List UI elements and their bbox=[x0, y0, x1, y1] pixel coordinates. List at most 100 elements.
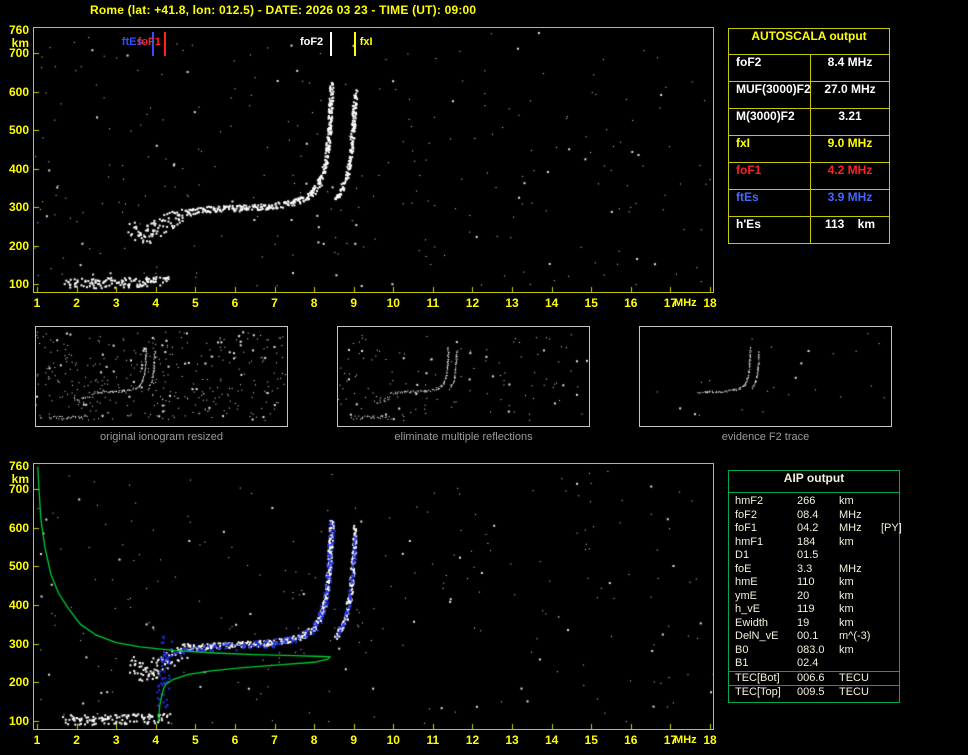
y-axis-unit-label: km bbox=[11, 472, 29, 486]
x-axis-tick-label: 4 bbox=[152, 733, 160, 747]
autoscala-table-header: AUTOSCALA output bbox=[751, 29, 867, 43]
parameter-label: h_vE bbox=[735, 603, 761, 615]
autoscala-application-window: Rome (lat: +41.8, lon: 012.5) - DATE: 20… bbox=[0, 0, 968, 755]
parameter-value: 006.6 bbox=[797, 671, 825, 684]
y-axis-tick-label: 400 bbox=[8, 161, 29, 176]
bottom-ionogram-plot bbox=[33, 463, 714, 730]
x-axis-tick-label: 1 bbox=[33, 296, 41, 310]
parameter-unit: TECU bbox=[839, 686, 869, 698]
thumbnail-f2-trace: evidence F2 trace bbox=[639, 326, 892, 443]
aip-row-foF2: foF2 08.4 MHz bbox=[729, 509, 899, 523]
top-ionogram-plot: ftEs foF1 foF2 fxI bbox=[33, 27, 714, 293]
parameter-unit: m^(-3) bbox=[839, 630, 871, 642]
parameter-value: 266 bbox=[797, 495, 816, 507]
page-title: Rome (lat: +41.8, lon: 012.5) - DATE: 20… bbox=[90, 3, 477, 17]
parameter-label: M(3000)F2 bbox=[729, 109, 811, 135]
parameter-value: 184 bbox=[797, 535, 816, 548]
marker-line-fxI bbox=[353, 32, 356, 56]
x-axis-tick-label: 4 bbox=[152, 296, 160, 310]
x-axis-tick-label: 7 bbox=[271, 733, 278, 747]
parameter-extra bbox=[881, 509, 899, 523]
parameter-unit: km bbox=[839, 643, 854, 656]
parameter-unit: km bbox=[839, 576, 854, 588]
y-axis-tick-label: 200 bbox=[8, 675, 29, 690]
parameter-value: 8.4 MHz bbox=[827, 55, 873, 69]
aip-row-hmF1: hmF1 184 km bbox=[729, 536, 899, 550]
x-axis-tick-label: 18 bbox=[703, 733, 717, 747]
x-axis-tick-label: 11 bbox=[426, 733, 440, 747]
autoscala-table-rows: foF2 8.4 MHz MUF(3000)F2 27.0 MHz M(3000)F2 3… bbox=[729, 54, 889, 243]
thumbnail-original-canvas bbox=[35, 326, 288, 427]
x-axis-tick-label: 15 bbox=[584, 733, 598, 747]
x-axis-tick-label: 7 bbox=[271, 296, 278, 310]
x-axis-tick-label: 9 bbox=[350, 296, 358, 310]
parameter-label: hmF1 bbox=[735, 535, 764, 548]
aip-output-table: AIP output hmF2 266 km foF2 08.4 MHz foF1 04.2 M… bbox=[728, 470, 902, 703]
parameter-extra bbox=[881, 630, 899, 644]
x-axis-unit-label: MHz bbox=[674, 297, 697, 309]
parameter-unit bbox=[839, 657, 881, 671]
parameter-extra bbox=[881, 617, 899, 631]
parameter-value: 27.0 MHz bbox=[824, 82, 876, 96]
aip-row-Ewidth: Ewidth 19 km bbox=[729, 617, 899, 631]
x-axis-tick-label: 10 bbox=[386, 733, 400, 747]
parameter-label: foF2 bbox=[729, 55, 811, 81]
x-axis-tick-label: 6 bbox=[231, 296, 239, 310]
parameter-extra bbox=[881, 495, 899, 509]
parameter-unit: TECU bbox=[839, 671, 869, 684]
x-axis-tick-label: 10 bbox=[386, 296, 400, 310]
thumbnail-caption: eliminate multiple reflections bbox=[394, 431, 533, 443]
parameter-value: 3.3 bbox=[797, 562, 813, 575]
thumbnail-original-ionogram: original ionogram resized bbox=[35, 326, 288, 443]
parameter-label: MUF(3000)F2 bbox=[729, 82, 811, 108]
x-axis-tick-label: 16 bbox=[624, 296, 638, 310]
x-axis-tick-label: 16 bbox=[624, 733, 638, 747]
parameter-extra bbox=[881, 686, 899, 700]
parameter-value: 20 bbox=[797, 589, 810, 602]
parameter-label: B0 bbox=[735, 643, 749, 656]
parameter-label: fxI bbox=[729, 136, 811, 162]
x-axis-unit-label: MHz bbox=[674, 734, 697, 746]
parameter-extra bbox=[881, 644, 899, 658]
y-axis-tick-label: 760 bbox=[8, 23, 29, 37]
parameter-unit: km bbox=[839, 603, 854, 615]
x-axis-tick-label: 18 bbox=[703, 296, 717, 310]
thumbnail-caption: original ionogram resized bbox=[100, 431, 223, 443]
parameter-value: 08.4 bbox=[797, 508, 819, 521]
parameter-value: 4.2 MHz bbox=[827, 163, 873, 177]
parameter-extra bbox=[881, 590, 899, 604]
parameter-value: 009.5 bbox=[797, 686, 825, 698]
x-axis-tick-label: 5 bbox=[192, 733, 199, 747]
parameter-value: 19 bbox=[797, 616, 810, 629]
y-axis-tick-label: 400 bbox=[8, 598, 29, 613]
y-axis-tick-label: 100 bbox=[8, 277, 29, 291]
parameter-label: B1 bbox=[735, 657, 749, 669]
parameter-label: ftEs bbox=[729, 190, 811, 216]
parameter-label: foE bbox=[735, 562, 752, 575]
parameter-value: 02.4 bbox=[797, 657, 819, 669]
parameter-unit: MHz bbox=[839, 562, 862, 575]
y-axis-tick-label: 200 bbox=[8, 238, 29, 253]
x-axis-tick-label: 9 bbox=[350, 733, 358, 747]
autoscala-row-h'Es: h'Es 113 km bbox=[729, 216, 889, 243]
y-axis-tick-label: 300 bbox=[8, 200, 29, 215]
autoscala-row-foF1: foF1 4.2 MHz bbox=[729, 162, 889, 189]
parameter-extra bbox=[881, 657, 899, 671]
top-ionogram-canvas bbox=[34, 28, 713, 292]
x-axis-tick-label: 1 bbox=[33, 733, 41, 747]
parameter-extra bbox=[881, 549, 899, 563]
y-axis-tick-label: 760 bbox=[8, 459, 29, 473]
x-axis-tick-label: 5 bbox=[192, 296, 199, 310]
parameter-extra bbox=[881, 563, 899, 577]
parameter-label: ymE bbox=[735, 589, 757, 602]
marker-label-foF1: foF1 bbox=[137, 36, 161, 48]
parameter-value: 113 km bbox=[824, 217, 876, 231]
parameter-value: 119 bbox=[797, 603, 815, 615]
parameter-value: 3.21 bbox=[838, 109, 862, 123]
parameter-label: DelN_vE bbox=[735, 630, 779, 642]
aip-table-header: AIP output bbox=[729, 471, 899, 493]
autoscala-row-foF2: foF2 8.4 MHz bbox=[729, 54, 889, 81]
aip-row-hmE: hmE 110 km bbox=[729, 576, 899, 590]
parameter-value: 110 bbox=[797, 576, 815, 588]
parameter-label: h'Es bbox=[729, 217, 811, 243]
